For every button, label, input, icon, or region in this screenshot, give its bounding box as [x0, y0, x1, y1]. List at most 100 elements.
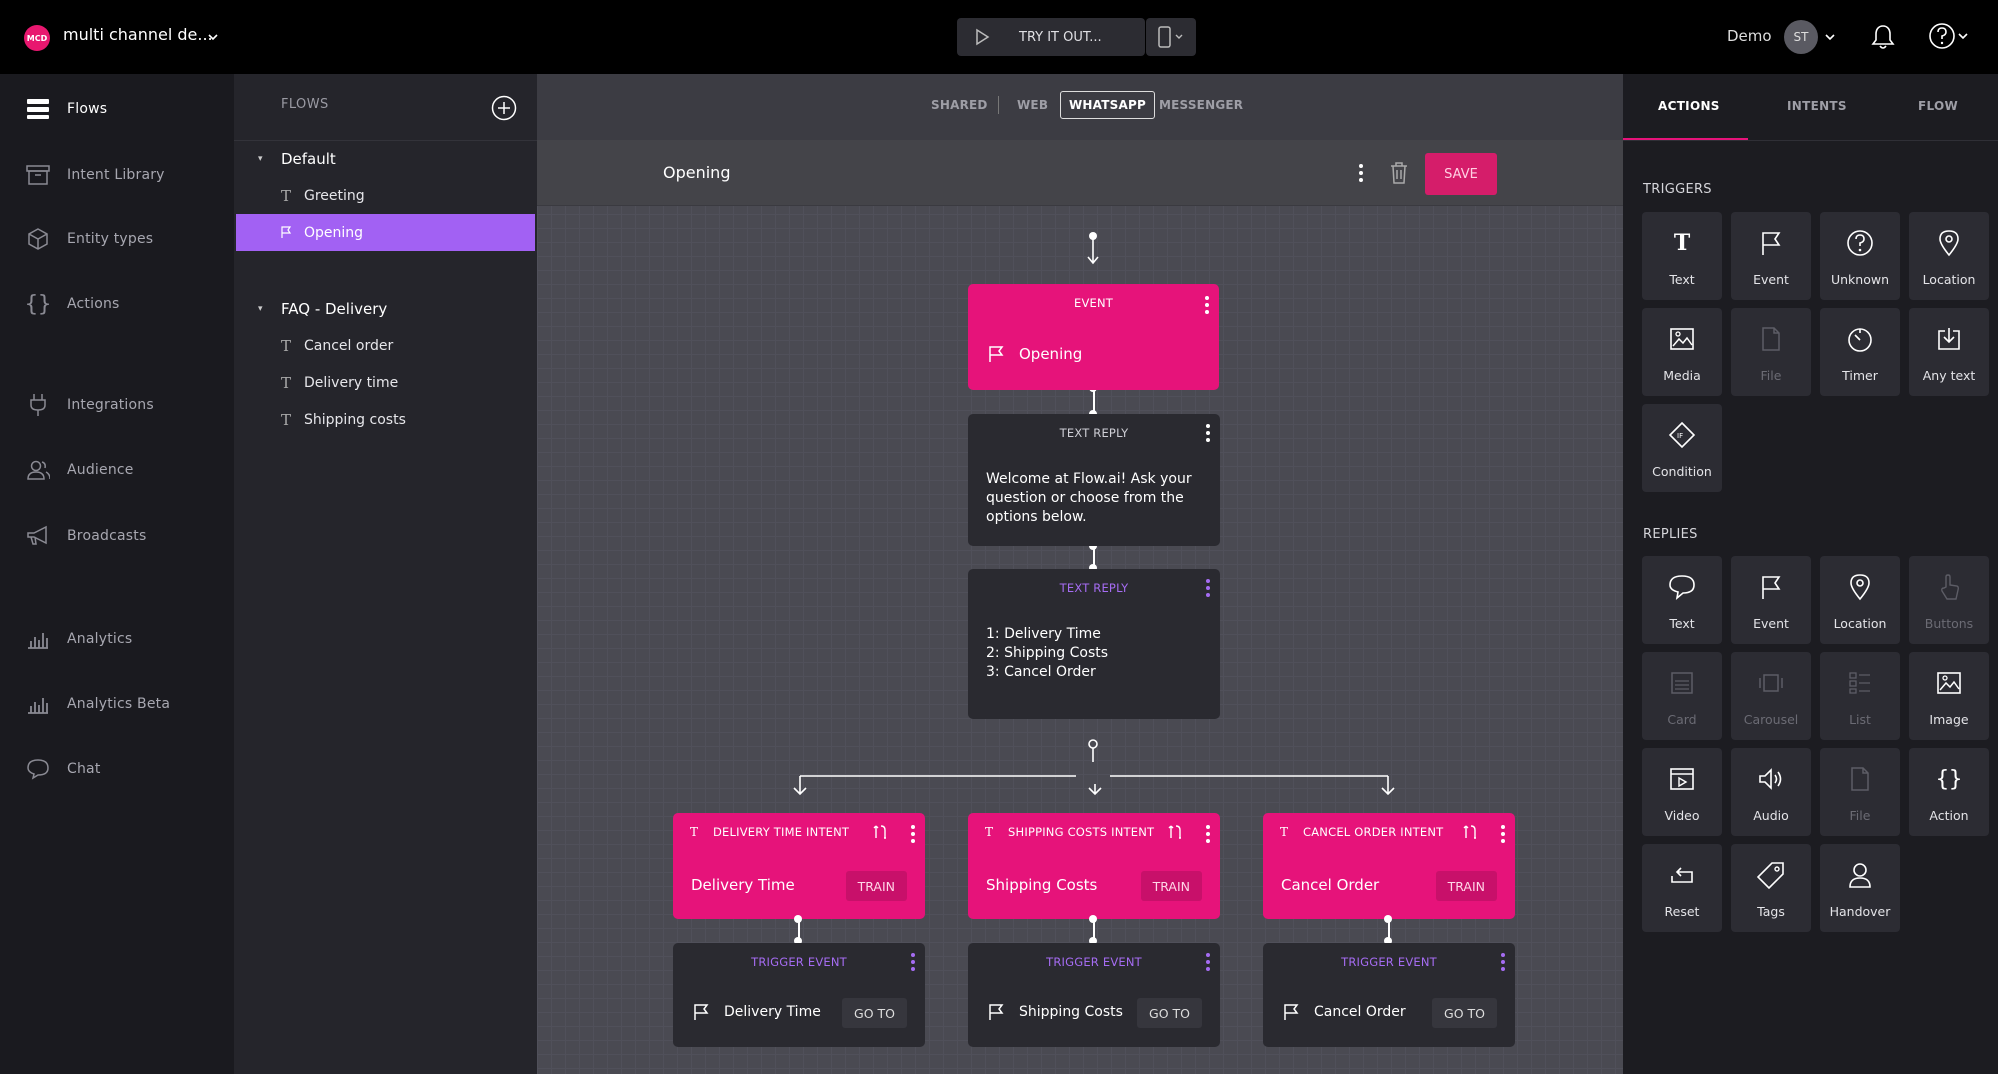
chevron-down-icon[interactable]: [1824, 32, 1836, 42]
nav-item-entity-types[interactable]: Entity types: [0, 214, 234, 264]
tab-actions[interactable]: ACTIONS: [1658, 99, 1720, 113]
tile-label: Timer: [1842, 368, 1878, 383]
intent-node[interactable]: T CANCEL ORDER INTENT Cancel Order TRAIN: [1263, 813, 1515, 919]
channel-tab-shared[interactable]: SHARED: [931, 98, 988, 112]
nav-item-flows[interactable]: Flows: [0, 84, 234, 134]
project-name[interactable]: multi channel de...: [63, 25, 213, 44]
flow-item-cancel-order[interactable]: T Cancel order: [236, 327, 535, 364]
more-options-icon[interactable]: [1206, 953, 1210, 971]
branch-icon[interactable]: [1168, 824, 1184, 840]
intent-node[interactable]: T SHIPPING COSTS INTENT Shipping Costs T…: [968, 813, 1220, 919]
nav-item-integrations[interactable]: Integrations: [0, 380, 234, 430]
connector-dot: [794, 915, 802, 923]
event-node[interactable]: EVENT Opening: [968, 284, 1219, 390]
trigger-tile-text[interactable]: T Text: [1642, 212, 1722, 300]
save-button[interactable]: SAVE: [1425, 153, 1497, 195]
reply-tile-list[interactable]: List: [1820, 652, 1900, 740]
tab-intents[interactable]: INTENTS: [1787, 99, 1847, 113]
trigger-tile-timer[interactable]: Timer: [1820, 308, 1900, 396]
channel-tab-web[interactable]: WEB: [1017, 98, 1048, 112]
more-options-icon[interactable]: [1501, 953, 1505, 971]
node-header: CANCEL ORDER INTENT: [1303, 825, 1444, 839]
flow-title[interactable]: Opening: [663, 163, 730, 182]
flow-item-delivery-time[interactable]: T Delivery time: [236, 364, 535, 401]
go-to-button[interactable]: GO TO: [1432, 998, 1497, 1028]
trigger-tile-any-text[interactable]: Any text: [1909, 308, 1989, 396]
trigger-tile-event[interactable]: Event: [1731, 212, 1811, 300]
chevron-down-icon[interactable]: [207, 32, 219, 42]
more-options-icon[interactable]: [911, 825, 915, 843]
nav-item-broadcasts[interactable]: Broadcasts: [0, 511, 234, 561]
trigger-event-node[interactable]: TRIGGER EVENT Delivery Time GO TO: [673, 943, 925, 1047]
go-to-button[interactable]: GO TO: [1137, 998, 1202, 1028]
train-button[interactable]: TRAIN: [845, 871, 907, 901]
reply-tile-event[interactable]: Event: [1731, 556, 1811, 644]
more-options-icon[interactable]: [1206, 825, 1210, 843]
trigger-tile-media[interactable]: Media: [1642, 308, 1722, 396]
flow-item-opening[interactable]: Opening: [236, 214, 535, 251]
nav-item-chat[interactable]: Chat: [0, 744, 234, 794]
text-reply-node[interactable]: TEXT REPLY Welcome at Flow.ai! Ask your …: [968, 414, 1220, 546]
tile-label: Audio: [1753, 808, 1789, 823]
reply-tile-buttons[interactable]: Buttons: [1909, 556, 1989, 644]
reply-tile-video[interactable]: Video: [1642, 748, 1722, 836]
add-flow-icon[interactable]: [491, 95, 517, 121]
channel-tab-messenger[interactable]: MESSENGER: [1159, 98, 1243, 112]
avatar[interactable]: ST: [1784, 20, 1818, 54]
trigger-tile-condition[interactable]: IF Condition: [1642, 404, 1722, 492]
try-it-out-button[interactable]: TRY IT OUT...: [957, 18, 1145, 56]
nav-item-intent-library[interactable]: Intent Library: [0, 150, 234, 200]
branch-icon[interactable]: [873, 824, 889, 840]
reply-tile-handover[interactable]: Handover: [1820, 844, 1900, 932]
project-logo[interactable]: MCD: [24, 25, 50, 51]
more-options-icon[interactable]: [1359, 164, 1363, 182]
speaker-icon: [1731, 764, 1811, 794]
flow-item-greeting[interactable]: T Greeting: [236, 177, 535, 214]
more-options-icon[interactable]: [1206, 579, 1210, 597]
nav-item-analytics[interactable]: Analytics: [0, 614, 234, 664]
trigger-event-node[interactable]: TRIGGER EVENT Cancel Order GO TO: [1263, 943, 1515, 1047]
trigger-event-node[interactable]: TRIGGER EVENT Shipping Costs GO TO: [968, 943, 1220, 1047]
nav-item-actions[interactable]: {} Actions: [0, 279, 234, 329]
reply-tile-file[interactable]: File: [1820, 748, 1900, 836]
list-icon: [1820, 668, 1900, 698]
reply-tile-text[interactable]: Text: [1642, 556, 1722, 644]
reply-tile-carousel[interactable]: Carousel: [1731, 652, 1811, 740]
trigger-tile-unknown[interactable]: Unknown: [1820, 212, 1900, 300]
reply-tile-location[interactable]: Location: [1820, 556, 1900, 644]
flow-group-label: Default: [281, 149, 336, 168]
reply-tile-reset[interactable]: Reset: [1642, 844, 1722, 932]
go-to-button[interactable]: GO TO: [842, 998, 907, 1028]
more-options-icon[interactable]: [1206, 424, 1210, 442]
text-trigger-icon: T: [281, 373, 292, 392]
tab-flow[interactable]: FLOW: [1918, 99, 1958, 113]
more-options-icon[interactable]: [911, 953, 915, 971]
nav-item-analytics-beta[interactable]: Analytics Beta: [0, 679, 234, 729]
caret-down-icon: ▾: [258, 153, 263, 164]
more-options-icon[interactable]: [1205, 296, 1209, 314]
branch-icon[interactable]: [1463, 824, 1479, 840]
nav-item-audience[interactable]: Audience: [0, 445, 234, 495]
trash-icon[interactable]: [1389, 161, 1409, 185]
connector-dot: [1089, 915, 1097, 923]
reply-tile-audio[interactable]: Audio: [1731, 748, 1811, 836]
flow-group-faq-delivery[interactable]: ▾ FAQ - Delivery: [236, 290, 535, 327]
bell-icon[interactable]: [1870, 23, 1896, 51]
flow-group-default[interactable]: ▾ Default: [236, 140, 535, 177]
more-options-icon[interactable]: [1501, 825, 1505, 843]
device-selector[interactable]: [1146, 18, 1196, 56]
train-button[interactable]: TRAIN: [1435, 871, 1497, 901]
help-icon[interactable]: [1928, 21, 1970, 51]
reply-tile-action[interactable]: {} Action: [1909, 748, 1989, 836]
text-reply-node[interactable]: TEXT REPLY 1: Delivery Time 2: Shipping …: [968, 569, 1220, 719]
trigger-tile-file[interactable]: File: [1731, 308, 1811, 396]
flow-item-shipping-costs[interactable]: T Shipping costs: [236, 401, 535, 438]
channel-tab-whatsapp[interactable]: WHATSAPP: [1060, 91, 1155, 119]
trigger-tile-location[interactable]: Location: [1909, 212, 1989, 300]
reply-tile-image[interactable]: Image: [1909, 652, 1989, 740]
speech-bubble-icon: [1642, 572, 1722, 602]
reply-tile-card[interactable]: Card: [1642, 652, 1722, 740]
train-button[interactable]: TRAIN: [1140, 871, 1202, 901]
reply-tile-tags[interactable]: Tags: [1731, 844, 1811, 932]
intent-node[interactable]: T DELIVERY TIME INTENT Delivery Time TRA…: [673, 813, 925, 919]
